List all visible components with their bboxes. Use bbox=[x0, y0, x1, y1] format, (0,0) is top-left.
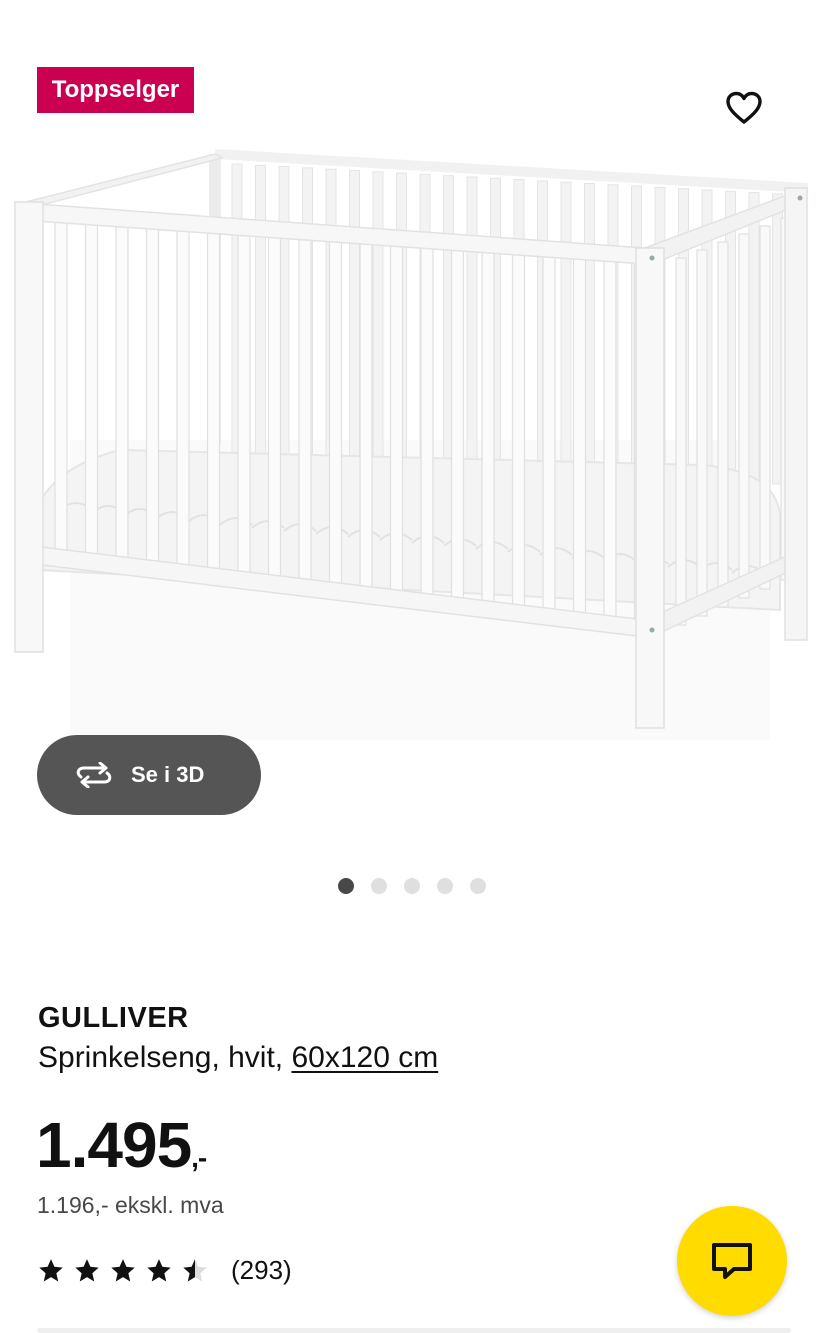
crib-slat bbox=[738, 233, 750, 599]
crib-slat bbox=[717, 241, 729, 608]
crib-slat bbox=[603, 251, 617, 619]
rating-stars bbox=[37, 1257, 209, 1285]
carousel-dot[interactable] bbox=[437, 878, 453, 894]
carousel-dot[interactable] bbox=[404, 878, 420, 894]
crib-slat bbox=[115, 216, 129, 560]
star-icon bbox=[75, 1258, 99, 1281]
carousel-dot[interactable] bbox=[371, 878, 387, 894]
star-icon bbox=[183, 1258, 207, 1281]
crib-slat bbox=[359, 233, 373, 590]
crib-slat bbox=[675, 257, 687, 626]
chat-bubble-icon bbox=[712, 1243, 752, 1279]
crib-slat bbox=[206, 222, 221, 571]
product-price: 1.495,- bbox=[36, 1105, 207, 1198]
star-icon bbox=[111, 1258, 135, 1281]
carousel-indicator bbox=[338, 878, 486, 894]
crib-slat bbox=[372, 171, 384, 463]
price-main: 1.495 bbox=[36, 1109, 192, 1181]
crib-slat bbox=[759, 225, 771, 590]
product-name: GULLIVER bbox=[38, 1002, 189, 1034]
favorite-button[interactable] bbox=[719, 83, 769, 133]
chat-button[interactable] bbox=[677, 1206, 787, 1316]
crib-slat bbox=[328, 231, 343, 586]
star-icon bbox=[39, 1258, 63, 1281]
crib-slat bbox=[267, 227, 282, 579]
crib-slat bbox=[560, 181, 572, 473]
crib-slat bbox=[450, 240, 465, 601]
crib-slat bbox=[84, 213, 99, 556]
crib-slat bbox=[696, 249, 708, 617]
price-suffix: ,- bbox=[191, 1142, 207, 1173]
crib-slat bbox=[237, 224, 251, 575]
crib-slat bbox=[255, 164, 266, 456]
crib-slat bbox=[176, 220, 190, 567]
product-description-text: Sprinkelseng, hvit, bbox=[38, 1041, 292, 1074]
crib-slat bbox=[349, 170, 360, 461]
view-3d-label: Se i 3D bbox=[131, 762, 205, 787]
crib-slat bbox=[389, 235, 404, 593]
price-excl-vat: 1.196,- ekskl. mva bbox=[37, 1192, 224, 1218]
crib-slat bbox=[54, 211, 68, 553]
crib-slat bbox=[420, 238, 434, 597]
heart-outline-icon bbox=[726, 91, 762, 124]
product-description: Sprinkelseng, hvit, 60x120 cm bbox=[38, 1041, 438, 1075]
crib-slat bbox=[298, 229, 312, 582]
crib-slat bbox=[466, 176, 478, 468]
crib-slat bbox=[511, 244, 526, 608]
carousel-dot[interactable] bbox=[470, 878, 486, 894]
crib-slat bbox=[145, 218, 160, 564]
rotate-3d-icon bbox=[76, 762, 112, 788]
crib-photo bbox=[14, 149, 809, 740]
section-divider bbox=[37, 1328, 791, 1333]
size-link[interactable]: 60x120 cm bbox=[291, 1041, 438, 1074]
crib-slat bbox=[572, 249, 587, 615]
topseller-badge: Toppselger bbox=[37, 67, 194, 113]
rating-summary[interactable]: (293) bbox=[37, 1255, 292, 1286]
crib-slat bbox=[748, 192, 760, 484]
review-count: (293) bbox=[231, 1255, 292, 1285]
crib-slat bbox=[481, 242, 495, 604]
view-3d-button[interactable]: Se i 3D bbox=[37, 735, 261, 815]
star-icon bbox=[147, 1258, 171, 1281]
carousel-dot[interactable] bbox=[338, 878, 354, 894]
crib-slat bbox=[542, 246, 556, 612]
